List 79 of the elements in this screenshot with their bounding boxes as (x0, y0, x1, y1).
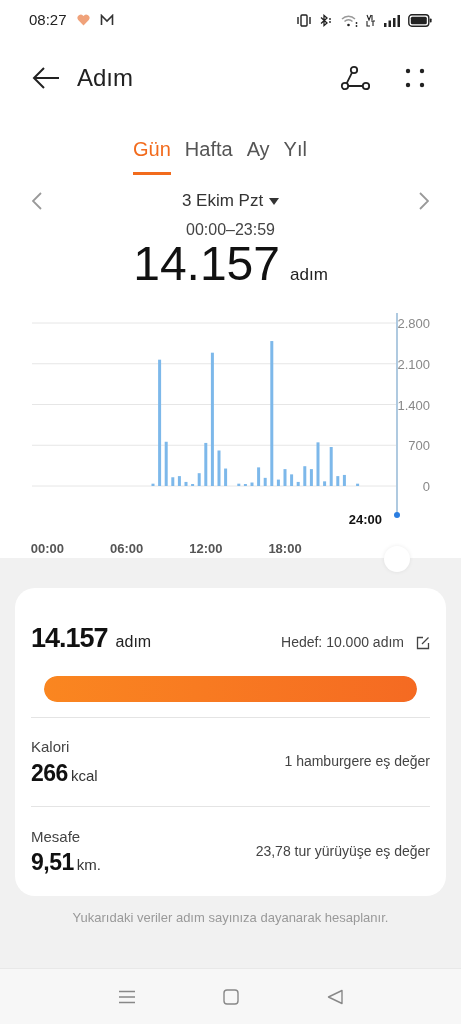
back-triangle-icon (326, 988, 343, 1005)
bluetooth-icon (319, 13, 333, 27)
metric-label: Mesafe (31, 826, 82, 847)
step-bar (250, 482, 254, 486)
back-arrow-icon (32, 66, 60, 90)
total-steps: 14.157 (133, 238, 280, 290)
period-tab[interactable]: Hafta (184, 134, 233, 175)
edit-icon (416, 635, 430, 650)
metric-label: Kalori (31, 737, 71, 757)
dropdown-triangle-icon (269, 197, 280, 205)
y-axis-label: 2.100 (397, 356, 430, 372)
metric-value: 266 (31, 758, 68, 787)
back-nav-button[interactable] (326, 988, 343, 1005)
step-bar (217, 450, 221, 486)
step-bar (309, 469, 313, 486)
metric-comparison: 23,78 tur yürüyüşe eş değer (255, 841, 430, 861)
step-bar (316, 442, 320, 486)
chevron-left-icon (32, 192, 42, 210)
steps-unit: adım (115, 632, 152, 652)
metric-value: 9,51 (31, 848, 74, 876)
footnote: Yukarıdaki veriler adım sayınıza dayanarak hesaplanır. (72, 908, 389, 927)
edit-goal-button[interactable] (416, 635, 430, 650)
step-bar (356, 483, 360, 486)
menu-button[interactable] (118, 989, 135, 1004)
share-nodes-icon (340, 65, 370, 91)
more-dots-icon (405, 68, 425, 88)
x-axis-label: 06:00 (109, 541, 144, 556)
step-bar (257, 467, 261, 486)
step-bar (237, 483, 241, 486)
status-time: 08:27 (29, 9, 67, 30)
x-axis-label: 18:00 (268, 541, 302, 556)
step-bar (164, 441, 168, 486)
y-axis-label: 700 (408, 438, 430, 454)
step-bar (329, 447, 333, 486)
heart-icon (76, 14, 90, 26)
step-bar (171, 477, 175, 486)
x-axis-label: 12:00 (189, 541, 223, 556)
step-bar (283, 469, 287, 486)
period-tab[interactable]: Ay (246, 134, 270, 175)
y-axis-label: 0 (422, 479, 430, 494)
steps-value: 14.157 (31, 622, 108, 655)
step-bar (296, 481, 300, 486)
date-picker[interactable]: 3 Ekim Pzt (181, 188, 280, 214)
volte-icon (366, 13, 376, 27)
step-bar (290, 474, 294, 486)
y-axis-label: 1.400 (397, 397, 430, 413)
signal-icon (384, 13, 400, 27)
time-cursor[interactable] (394, 312, 400, 518)
home-square-icon (222, 988, 239, 1005)
metric-unit: km. (76, 855, 101, 875)
battery-icon (408, 13, 432, 27)
mail-icon (99, 14, 114, 26)
step-bar (342, 474, 346, 486)
home-button[interactable] (222, 988, 239, 1005)
step-bar (177, 476, 181, 486)
vibrate-icon (297, 13, 311, 27)
step-bar (151, 483, 155, 486)
step-bar (197, 473, 201, 486)
step-bar (303, 466, 307, 486)
step-bar (336, 476, 340, 486)
x-axis-label: 00:00 (30, 541, 65, 556)
step-bar (323, 481, 327, 486)
y-axis-label: 2.800 (397, 316, 430, 331)
cursor-time-label: 24:00 (348, 512, 382, 527)
step-bar (224, 468, 228, 486)
time-range: 00:00–23:59 (186, 220, 275, 240)
metric-comparison: 1 hamburgere eş değer (284, 752, 430, 771)
step-bar (184, 481, 188, 486)
chevron-right-icon (419, 192, 429, 210)
steps-unit: adım (290, 264, 328, 286)
step-bar (263, 477, 267, 486)
menu-icon (118, 989, 135, 1004)
step-bar (204, 442, 208, 486)
page-title: Adım (77, 63, 133, 93)
step-bar (276, 479, 280, 486)
metric-unit: kcal (70, 765, 98, 786)
goal-text: Hedef: 10.000 adım (281, 633, 404, 652)
wifi-icon (341, 13, 358, 27)
period-tab[interactable]: Yıl (283, 134, 307, 175)
